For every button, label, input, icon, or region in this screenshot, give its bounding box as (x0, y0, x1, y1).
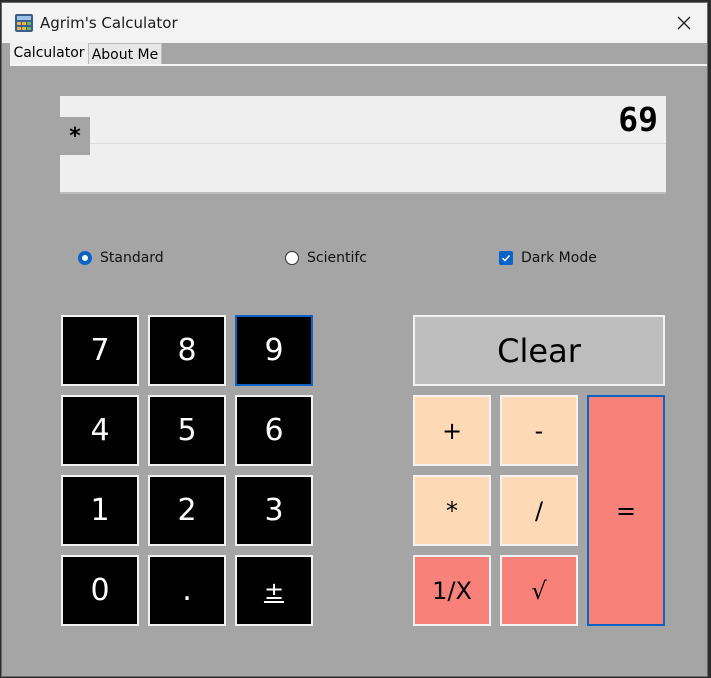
key-0[interactable]: 0 (61, 555, 139, 626)
key-3[interactable]: 3 (235, 475, 313, 546)
dark-mode-label: Dark Mode (521, 250, 597, 266)
calculator-icon (14, 13, 34, 33)
display-value: 69 (618, 100, 658, 139)
key-9[interactable]: 9 (235, 315, 313, 386)
key-6[interactable]: 6 (235, 395, 313, 466)
reciprocal-button[interactable]: 1/X (413, 555, 491, 626)
display-divider (60, 143, 666, 144)
add-button[interactable]: + (413, 395, 491, 466)
pending-operator: * (60, 117, 90, 155)
square-root-button[interactable]: √ (500, 555, 578, 626)
key-4[interactable]: 4 (61, 395, 139, 466)
scientific-radio[interactable] (285, 251, 299, 265)
scientific-option[interactable]: Scientifc (285, 247, 367, 269)
key-8[interactable]: 8 (148, 315, 226, 386)
tab-divider (10, 64, 707, 66)
subtract-button[interactable]: - (500, 395, 578, 466)
tab-about-me[interactable]: About Me (88, 43, 162, 65)
app-window: Agrim's Calculator Calculator About Me 6… (1, 2, 708, 677)
key-7[interactable]: 7 (61, 315, 139, 386)
standard-radio[interactable] (78, 251, 92, 265)
title-bar: Agrim's Calculator (2, 3, 707, 43)
key-5[interactable]: 5 (148, 395, 226, 466)
key-plus-minus[interactable]: ± (235, 555, 313, 626)
key-1[interactable]: 1 (61, 475, 139, 546)
calculator-display: 69 (60, 96, 666, 194)
clear-button[interactable]: Clear (413, 315, 665, 386)
multiply-button[interactable]: * (413, 475, 491, 546)
close-button[interactable] (661, 3, 707, 43)
window-title: Agrim's Calculator (40, 14, 178, 32)
close-icon (677, 16, 691, 30)
key-2[interactable]: 2 (148, 475, 226, 546)
dark-mode-checkbox[interactable] (499, 251, 513, 265)
scientific-label: Scientifc (307, 250, 367, 266)
display-border (60, 192, 666, 194)
standard-label: Standard (100, 250, 164, 266)
tab-bar: Calculator About Me (2, 41, 707, 65)
standard-option[interactable]: Standard (78, 247, 164, 269)
equals-button[interactable]: = (587, 395, 665, 626)
tab-calculator[interactable]: Calculator (10, 41, 88, 65)
key-decimal[interactable]: . (148, 555, 226, 626)
dark-mode-option[interactable]: Dark Mode (499, 247, 597, 269)
divide-button[interactable]: / (500, 475, 578, 546)
check-icon (501, 254, 511, 262)
